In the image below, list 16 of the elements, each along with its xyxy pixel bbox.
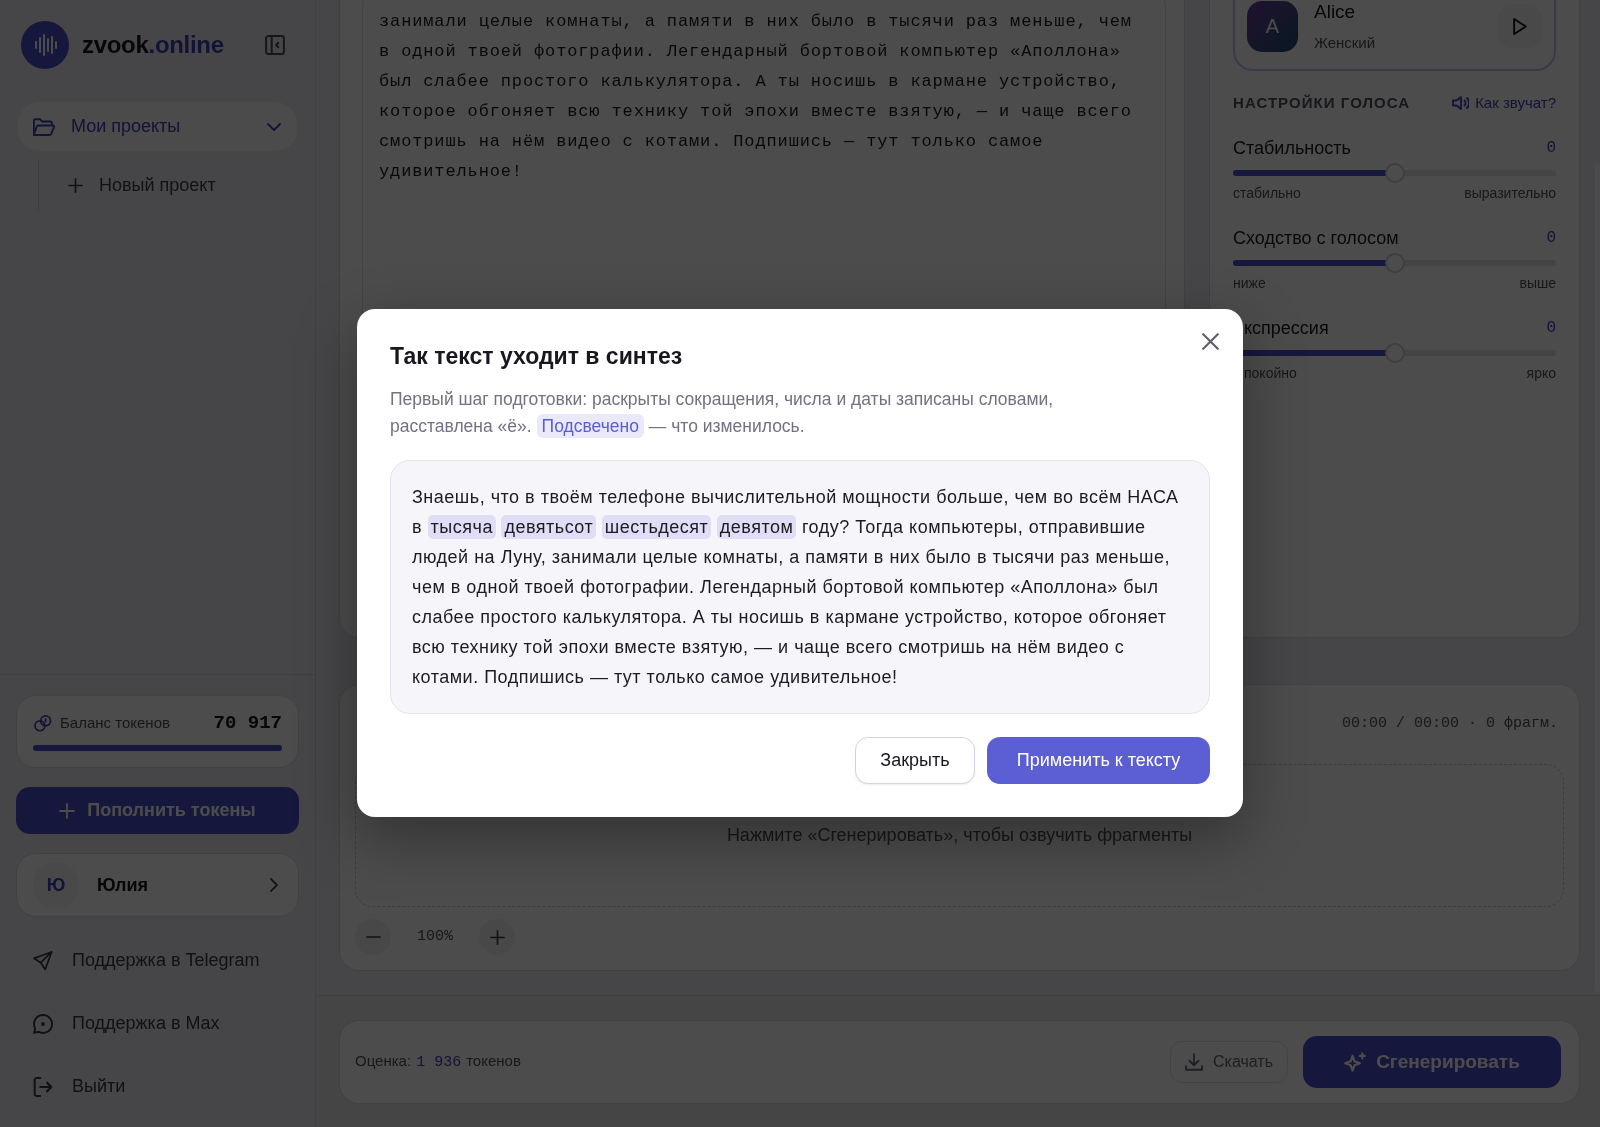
slider-value: 0 bbox=[1546, 318, 1556, 339]
slider-value: 0 bbox=[1546, 138, 1556, 159]
slider-label: Стабильность bbox=[1233, 136, 1351, 160]
apply-button[interactable]: Применить к тексту bbox=[987, 737, 1210, 784]
dialog-description: Первый шаг подготовки: раскрыты сокращения, числа и даты записаны словами, расставлена «ё». Подсвечено — что изменилось. bbox=[390, 388, 1055, 439]
voice-name: Alice bbox=[1314, 0, 1357, 24]
normalized-text: Знаешь, что в твоём телефоне вычислительной мощности больше, чем во всём НАСА в тысяча девятьсот шестьдесят девятом году? Тогда компьютеры, отправившие людей на Луну, занимали целые комнаты, а памяти в них было в тысячи раз меньше, чем в одной твоей фотографии. Легендарный бортовой компьютер «Аполлона» был слабее простого калькулятора. А ты носишь в кармане устройство, которое обгоняет всю технику той эпохи вместе взятую, — и чаще всего смотришь на нём видео с котами. Подпишись — тут только самое удивительное! bbox=[390, 460, 1210, 714]
slider-value: 0 bbox=[1546, 228, 1556, 249]
estimate-value: 1 936 bbox=[416, 1052, 462, 1073]
balance-value: 70 917 bbox=[213, 711, 282, 737]
slider-label: Сходство с голосом bbox=[1233, 226, 1399, 250]
dialog-title: Так текст уходит в синтез bbox=[390, 342, 684, 370]
separator-dot: · bbox=[1467, 713, 1477, 734]
slider-label: кспрессия bbox=[1244, 316, 1329, 340]
close-button[interactable]: Закрыть bbox=[855, 737, 975, 784]
close-icon[interactable] bbox=[1202, 333, 1219, 350]
